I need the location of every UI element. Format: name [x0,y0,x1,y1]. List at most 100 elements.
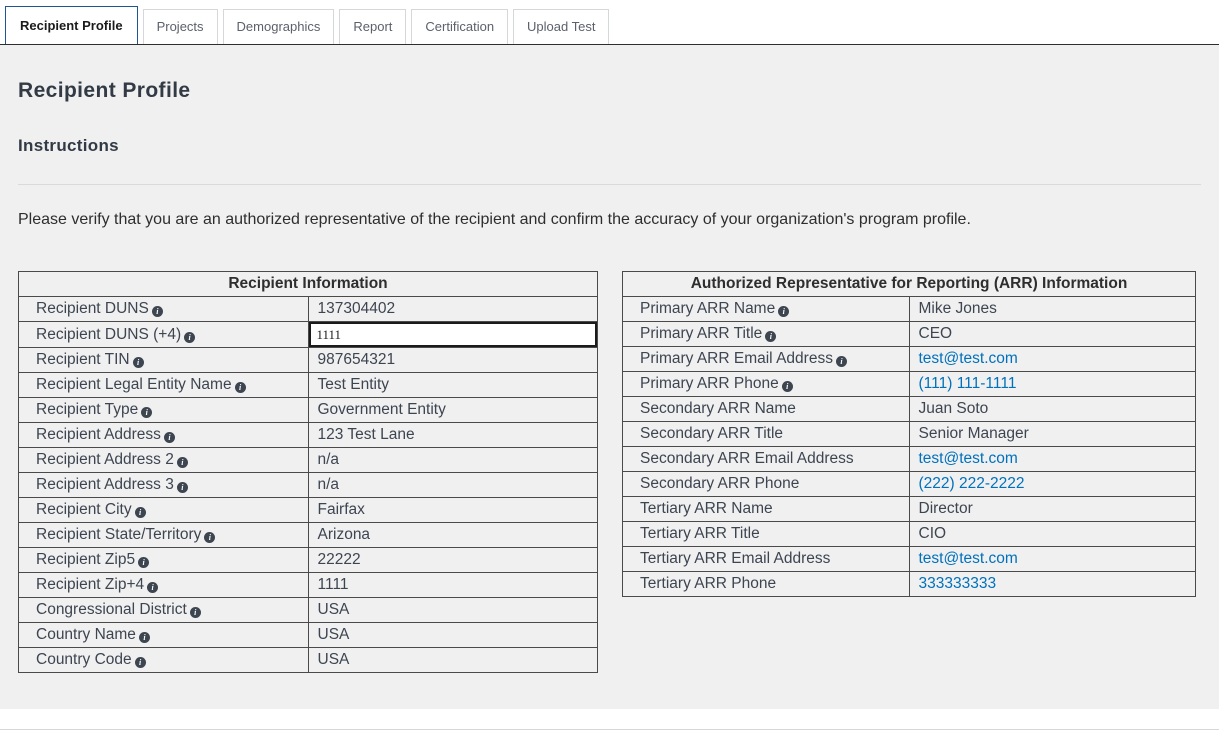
row-label: Secondary ARR Name [623,397,910,422]
row-label-text: Secondary ARR Name [640,400,796,417]
row-label: Primary ARR Titlei [623,322,910,347]
row-label-text: Recipient Legal Entity Name [36,376,232,393]
value-link[interactable]: (222) 222-2222 [919,475,1025,492]
table-row: Recipient Address 2in/a [19,448,598,473]
row-label: Secondary ARR Phone [623,472,910,497]
value-link[interactable]: test@test.com [919,450,1018,467]
info-icon[interactable]: i [135,507,146,518]
table-header-row: Recipient Information [19,272,598,297]
tab-report[interactable]: Report [339,9,406,44]
table-row: Recipient Zip+4i1111 [19,573,598,598]
row-label-text: Recipient Type [36,401,138,418]
table-row: Tertiary ARR Title CIO [623,522,1196,547]
info-icon[interactable]: i [204,532,215,543]
table-row: Recipient Address 3in/a [19,473,598,498]
info-icon[interactable]: i [133,357,144,368]
row-value: 22222 [308,548,598,573]
row-label-text: Recipient Zip+4 [36,576,144,593]
info-icon[interactable]: i [147,582,158,593]
row-label-text: Recipient DUNS [36,300,149,317]
info-icon[interactable]: i [184,332,195,343]
row-label-text: Secondary ARR Title [640,425,783,442]
row-label: Primary ARR Phonei [623,372,910,397]
table-row: Secondary ARR Email Address test@test.com [623,447,1196,472]
row-label-text: Recipient Address [36,426,161,443]
row-label: Tertiary ARR Name [623,497,910,522]
info-icon[interactable]: i [164,432,175,443]
row-label: Recipient Typei [19,398,309,423]
value-link[interactable]: test@test.com [919,350,1018,367]
tab-demographics[interactable]: Demographics [223,9,335,44]
table-row: Secondary ARR TitleSenior Manager [623,422,1196,447]
row-label: Tertiary ARR Phone [623,572,910,597]
row-value: Mike Jones [909,297,1196,322]
table-row: Tertiary ARR NameDirector [623,497,1196,522]
row-label: Congressional Districti [19,598,309,623]
info-icon[interactable]: i [152,306,163,317]
row-label-text: Country Code [36,651,132,668]
row-value: Fairfax [308,498,598,523]
table-row: Primary ARR Namei Mike Jones [623,297,1196,322]
row-label: Recipient Cityi [19,498,309,523]
info-icon[interactable]: i [190,607,201,618]
row-label: Country Codei [19,648,309,673]
row-label-text: Recipient DUNS (+4) [36,326,181,343]
bottom-strip [0,709,1219,730]
table-row: Recipient DUNS (+4)i [19,322,598,348]
recipient-duns-plus4-input[interactable] [309,322,598,347]
row-label: Recipient TINi [19,348,309,373]
info-icon[interactable]: i [782,381,793,392]
row-label-text: Recipient City [36,501,132,518]
row-value: Director [909,497,1196,522]
tab-recipient-profile[interactable]: Recipient Profile [5,6,138,44]
row-label-text: Tertiary ARR Phone [640,575,776,592]
row-label-text: Tertiary ARR Title [640,525,760,542]
page-title: Recipient Profile [18,79,1201,103]
info-icon[interactable]: i [836,356,847,367]
row-label: Recipient Address 3i [19,473,309,498]
row-value: CIO [909,522,1196,547]
info-icon[interactable]: i [139,632,150,643]
value-link[interactable]: test@test.com [919,550,1018,567]
info-icon[interactable]: i [177,482,188,493]
row-label: Recipient Legal Entity Namei [19,373,309,398]
row-label: Primary ARR Email Addressi [623,347,910,372]
table-row: Recipient State/TerritoryiArizona [19,523,598,548]
value-link[interactable]: 333333333 [919,575,997,592]
table-row: Country NameiUSA [19,623,598,648]
info-icon[interactable]: i [235,382,246,393]
tab-upload-test[interactable]: Upload Test [513,9,609,44]
info-icon[interactable]: i [177,457,188,468]
row-value: Government Entity [308,398,598,423]
row-label-text: Recipient State/Territory [36,526,201,543]
row-label-text: Secondary ARR Email Address [640,450,854,467]
row-value: test@test.com [909,347,1196,372]
row-label-text: Recipient TIN [36,351,130,368]
row-label-text: Tertiary ARR Email Address [640,550,830,567]
row-label-text: Secondary ARR Phone [640,475,799,492]
row-label-text: Recipient Address 2 [36,451,174,468]
table-row: Primary ARR Email Addressi test@test.com [623,347,1196,372]
tab-projects[interactable]: Projects [143,9,218,44]
info-icon[interactable]: i [778,306,789,317]
tab-certification[interactable]: Certification [411,9,508,44]
row-label-text: Primary ARR Name [640,300,775,317]
row-label: Recipient Addressi [19,423,309,448]
info-icon[interactable]: i [135,657,146,668]
row-label-text: Primary ARR Phone [640,375,779,392]
info-icon[interactable]: i [138,557,149,568]
row-label-text: Primary ARR Email Address [640,350,833,367]
row-label: Recipient Address 2i [19,448,309,473]
row-label: Secondary ARR Email Address [623,447,910,472]
divider [18,184,1201,185]
table-header-row: Authorized Representative for Reporting … [623,272,1196,297]
row-label-text: Primary ARR Title [640,325,762,342]
info-icon[interactable]: i [765,331,776,342]
value-link[interactable]: (111) 111-1111 [919,375,1017,392]
table-row: Recipient Zip5i22222 [19,548,598,573]
table-row: Congressional DistrictiUSA [19,598,598,623]
row-value: test@test.com [909,447,1196,472]
row-label: Country Namei [19,623,309,648]
row-value: 333333333 [909,572,1196,597]
info-icon[interactable]: i [141,407,152,418]
